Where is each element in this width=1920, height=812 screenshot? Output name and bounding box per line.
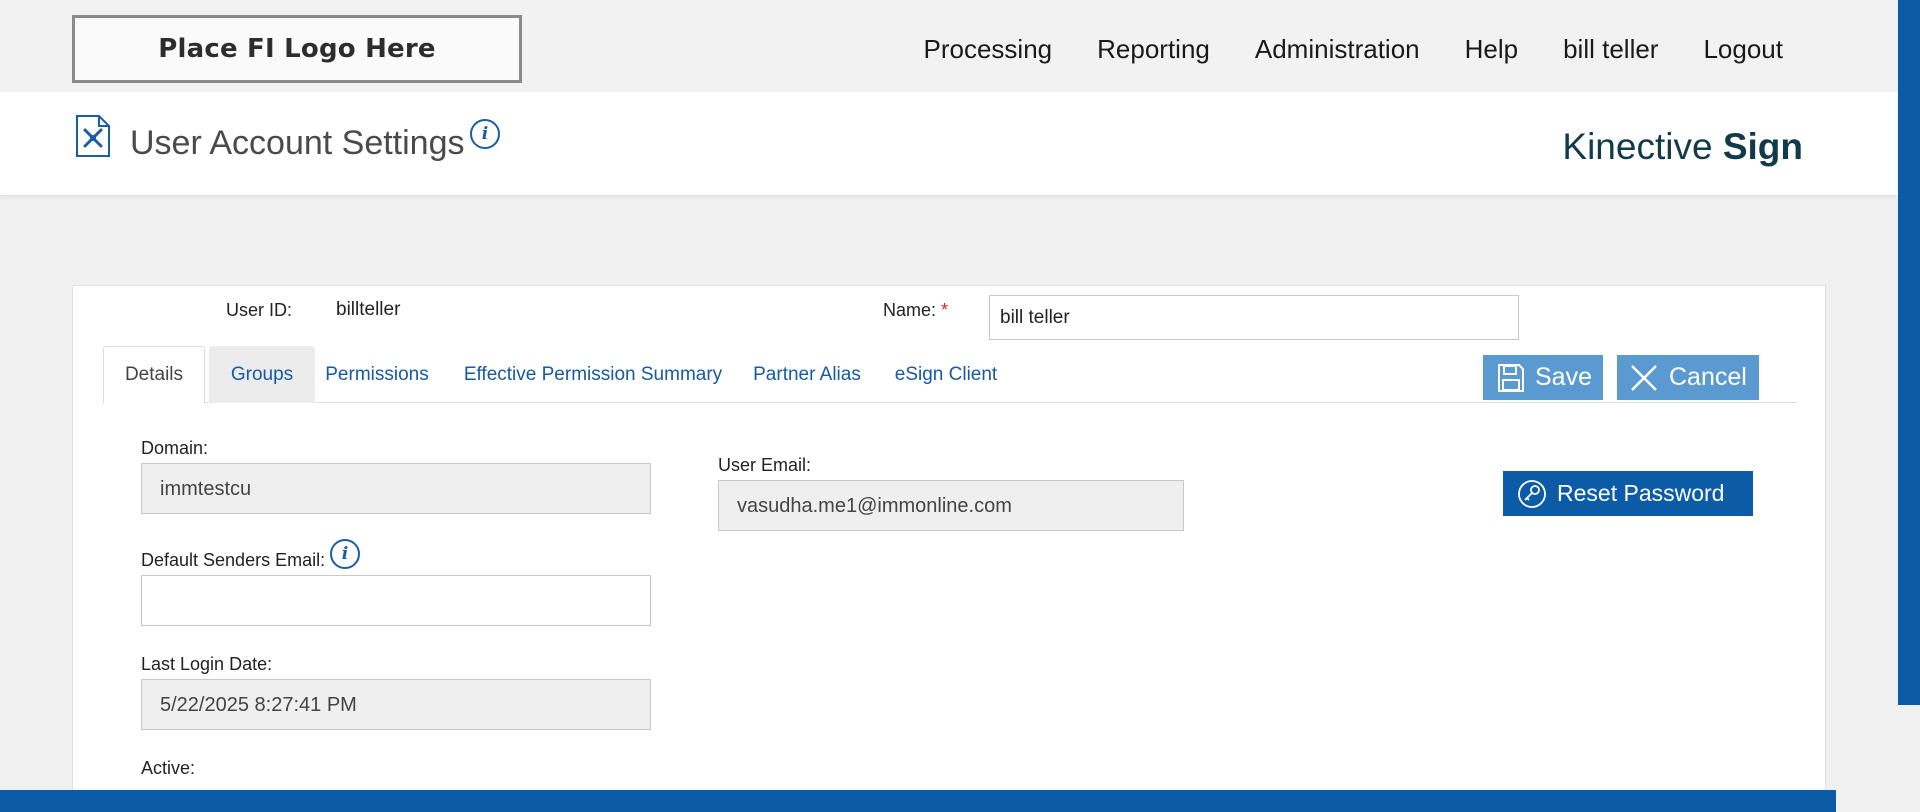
brand-bold: Sign (1722, 126, 1803, 167)
user-email-label: User Email: (718, 455, 812, 475)
main-nav: Processing Reporting Administration Help… (924, 34, 1783, 65)
default-senders-email-label: Default Senders Email: (141, 550, 326, 570)
bottom-scrollbar[interactable] (0, 790, 1836, 812)
nav-reporting[interactable]: Reporting (1097, 34, 1210, 65)
tab-effective-permission-summary[interactable]: Effective Permission Summary (459, 346, 727, 403)
name-label-text: Name: (883, 300, 937, 320)
user-settings-card: User ID: billteller Name: * Details Grou… (72, 285, 1826, 812)
user-id-value: billteller (336, 299, 401, 320)
page-title: User Account Settings (130, 124, 465, 162)
save-button[interactable]: Save (1483, 355, 1603, 400)
domain-field: immtestcu (141, 463, 651, 514)
default-senders-email-input[interactable] (141, 575, 651, 626)
top-nav-bar: Place FI Logo Here Processing Reporting … (0, 0, 1898, 92)
reset-password-label: Reset Password (1557, 480, 1725, 506)
page-header: User Account Settings i Kinective Sign (0, 92, 1898, 195)
nav-user-menu[interactable]: bill teller (1563, 34, 1658, 65)
page-info-icon[interactable]: i (470, 119, 500, 149)
cancel-button[interactable]: Cancel (1617, 355, 1759, 400)
wrench-document-icon (76, 115, 110, 157)
last-login-date-field: 5/22/2025 8:27:41 PM (141, 679, 651, 730)
window-scrollbar[interactable] (1898, 0, 1920, 705)
cancel-label: Cancel (1669, 363, 1747, 391)
tab-permissions[interactable]: Permissions (318, 346, 436, 403)
brand-wordmark: Kinective Sign (1562, 126, 1803, 168)
active-label: Active: (141, 758, 196, 778)
domain-label: Domain: (141, 438, 209, 458)
user-id-label: User ID: (226, 300, 293, 320)
logo-text: Place FI Logo Here (158, 34, 436, 64)
senders-info-icon[interactable]: i (330, 539, 360, 569)
brand-light: Kinective (1562, 126, 1713, 167)
floppy-disk-icon (1497, 363, 1525, 393)
name-label: Name: * (883, 300, 948, 321)
tab-groups[interactable]: Groups (209, 346, 315, 403)
tab-partner-alias[interactable]: Partner Alias (749, 346, 865, 403)
last-login-date-label: Last Login Date: (141, 654, 273, 674)
save-label: Save (1535, 363, 1592, 391)
user-email-field: vasudha.me1@immonline.com (718, 480, 1184, 531)
reset-password-button[interactable]: Reset Password (1503, 471, 1753, 516)
tab-esign-client[interactable]: eSign Client (887, 346, 1005, 403)
required-indicator: * (941, 300, 949, 320)
close-icon (1629, 363, 1659, 393)
name-input[interactable] (989, 295, 1519, 340)
fi-logo-placeholder: Place FI Logo Here (72, 15, 522, 83)
tab-details[interactable]: Details (103, 346, 205, 404)
nav-help[interactable]: Help (1465, 34, 1518, 65)
nav-administration[interactable]: Administration (1255, 34, 1420, 65)
key-icon (1517, 479, 1547, 509)
nav-logout[interactable]: Logout (1703, 34, 1783, 65)
nav-processing[interactable]: Processing (924, 34, 1053, 65)
